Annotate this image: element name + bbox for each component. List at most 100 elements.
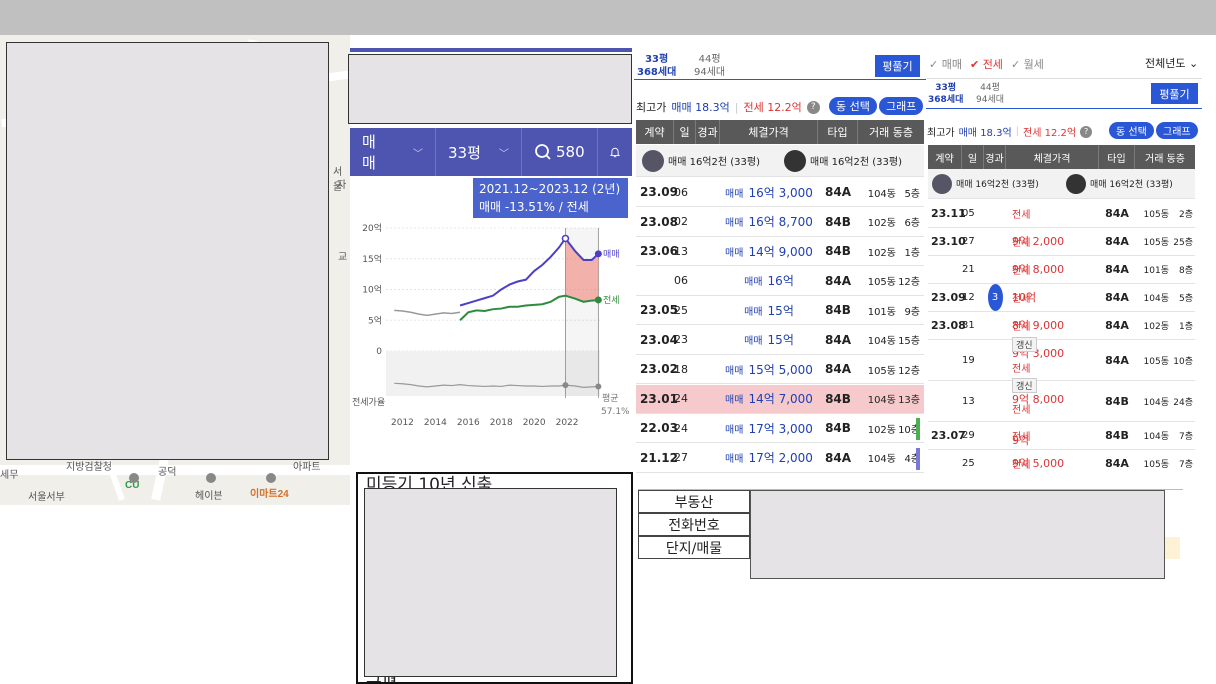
table-row[interactable]: 21 전세 10억 84A 101동 8층 [928,256,1195,304]
price-prefix: 전세 [1012,210,1031,221]
trade-table-sale: 33평 368세대 44평 94세대 평풀기 최고가 매매 18.3억 | 전세… [634,48,926,476]
dong-select-button[interactable]: 동 선택 [1109,122,1154,139]
year-select[interactable]: 전체년도 ⌄ [1145,55,1198,71]
map-label-emart24[interactable]: 이마트24 [250,485,289,500]
floor-cell: 5층 [1178,294,1193,304]
price-prefix: 전세 [1012,405,1031,416]
table-row[interactable]: 23.11 05 전세 9억 2,000 84A 105동 2층 [928,200,1195,248]
agent-item[interactable]: 매매 16억2천 (33평) [784,145,924,176]
comments-button[interactable]: 580 [522,128,598,176]
area-expand-button[interactable]: 평풀기 [1151,83,1198,104]
agent-item[interactable]: 매매 16억2천 (33평) [1066,169,1194,198]
col-day: 일 [674,120,696,144]
contract-day: 12 [962,292,975,303]
floor-cell: 15층 [898,336,920,347]
deal-type-select[interactable]: 매매 ﹀ [350,128,436,176]
price-cell: 매매 16억 8,700 [720,208,818,236]
map-label: 지방검찰청 [66,462,112,473]
dong-cell: 104동 [867,336,896,347]
col-type: 타입 [1099,145,1135,169]
chart-filter-bar: 매매 ﹀ 33평 ﹀ 580 [350,128,632,176]
type-cell: 84B [1105,394,1129,408]
contract-month [928,340,962,380]
max-jeonse-price: 전세 12.2억 [1023,128,1077,139]
contract-day: 25 [962,458,975,469]
avatar [932,173,952,194]
x-tick-label: 2016 [457,418,480,428]
avg-value-label: 57.1% [601,407,630,417]
table-row[interactable]: 23.01 24 매매 14억 7,000 84B 104동 13층 [636,384,924,414]
graph-button[interactable]: 그래프 [879,97,924,115]
y-tick-label: 10억 [362,284,382,296]
floor-cell: 9층 [904,306,920,318]
map-label: 세무 [0,470,19,481]
dong-cell: 105동 [1143,356,1169,367]
price-chart[interactable]: 20억 15억 10억 5억 0 매매전세평균 57.1% 전세가율 2012 2014 2016 2… [350,208,632,428]
filter-sale[interactable]: ✓ 매매 [929,56,962,72]
table-row[interactable]: 23.06 13 매매 14억 9,000 84B 102동 1층 [636,237,924,266]
jeonse-end-point [594,296,602,304]
contract-month: 23.06 [640,244,678,258]
top-bar [0,0,1216,35]
table-row[interactable]: 23.10 27 전세 9억 8,000 84A 105동 25층 [928,228,1195,276]
table-row[interactable]: 23.05 25 매매 15억 84B 101동 9층 [636,296,924,325]
agent-item[interactable]: 매매 16억2천 (33평) [928,169,1066,198]
help-icon[interactable]: ? [806,100,820,114]
alert-button[interactable] [598,128,632,176]
table-row[interactable]: 06 매매 16억 84A 105동 12층 [636,267,924,296]
size-tab-33[interactable]: 33평 368세대 [637,53,676,79]
agent-item[interactable]: 매매 16억2천 (33평) [636,145,784,176]
y-tick-label: 20억 [362,222,382,234]
table-row[interactable]: 21.12 27 매매 17억 2,000 84A 104동 4층 [636,444,924,473]
max-sale-price: 매매 18.3억 [958,128,1012,139]
price-cell: 전세 9억 8,000 [1006,228,1099,276]
size-tab-44[interactable]: 44평 94세대 [976,82,1004,106]
contract-month: 23.02 [640,362,678,376]
redacted-region [348,54,632,124]
elapsed [984,200,1006,227]
col-elapsed: 경과 [984,145,1006,169]
max-price-line: 최고가 매매 18.3억 | 전세 12.2억 ? [636,99,820,115]
elapsed [984,381,1006,421]
table-row[interactable]: 19 갱신 전세 9억 8,000 84A 105동 10층 [928,337,1195,406]
price-value: 16억 3,000 [748,185,813,200]
filter-monthly[interactable]: ✓ 월세 [1011,56,1044,72]
elapsed [696,237,720,265]
graph-button[interactable]: 그래프 [1156,122,1198,139]
max-jeonse-price: 전세 12.2억 [743,101,802,114]
floor-cell: 10층 [1173,356,1193,367]
price-cell: 매매 15억 [720,296,818,324]
table-row[interactable]: 13 갱신 전세 9억 84B 104동 24층 [928,378,1195,447]
table-row[interactable]: 23.08 02 매매 16억 8,700 84B 102동 6층 [636,208,924,237]
table-row[interactable]: 23.09 06 매매 16억 3,000 84A 104동 5층 [636,178,924,207]
elapsed [696,296,720,324]
table-header: 계약 일 경과 체결가격 타입 거래 동층 [928,145,1195,169]
size-tab-44[interactable]: 44평 94세대 [694,53,725,79]
info-label-complex: 단지/매물 [638,536,750,559]
size-tab-33[interactable]: 33평 368세대 [928,82,963,106]
table-row[interactable]: 22.03 24 매매 17억 3,000 84B 102동 10층 [636,414,924,443]
price-cell: 전세 10억 [1006,256,1099,304]
table-row[interactable]: 23.02 18 매매 15억 5,000 84A 105동 12층 [636,355,924,384]
size-area: 33평 [645,54,669,65]
table-row[interactable]: 23.07 29 전세 9억 5,000 84B 104동 7층 [928,422,1195,470]
contract-day: 21 [962,264,975,275]
floor-cell: 5층 [904,188,920,200]
table-row[interactable]: 23.08 31 전세 9억 3,000 84A 102동 1층 [928,312,1195,360]
help-icon[interactable]: ? [1080,125,1093,138]
table-row[interactable]: 25 전세9억 5,000 84A 105동 7층 [928,450,1195,476]
price-prefix: 매매 [725,395,744,406]
type-cell: 84B [825,214,851,229]
search-icon [535,144,551,160]
area-expand-button[interactable]: 평풀기 [875,55,920,77]
area-select[interactable]: 33평 ﹀ [436,128,522,176]
table-row[interactable]: 23.09 12 3 전세 8억 9,000 84A 104동 5층 [928,284,1195,332]
renew-tag: 갱신 [1012,337,1037,352]
size-units: 94세대 [976,95,1005,105]
table-row[interactable]: 23.04 23 매매 15억 84A 104동 15층 [636,326,924,355]
filter-jeonse[interactable]: ✔ 전세 [970,56,1003,72]
deal-filter-group: ✓ 매매 ✔ 전세 ✓ 월세 [929,56,1044,72]
contract-day: 27 [962,236,975,247]
price-prefix: 매매 [725,218,744,229]
dong-select-button[interactable]: 동 선택 [829,97,877,115]
